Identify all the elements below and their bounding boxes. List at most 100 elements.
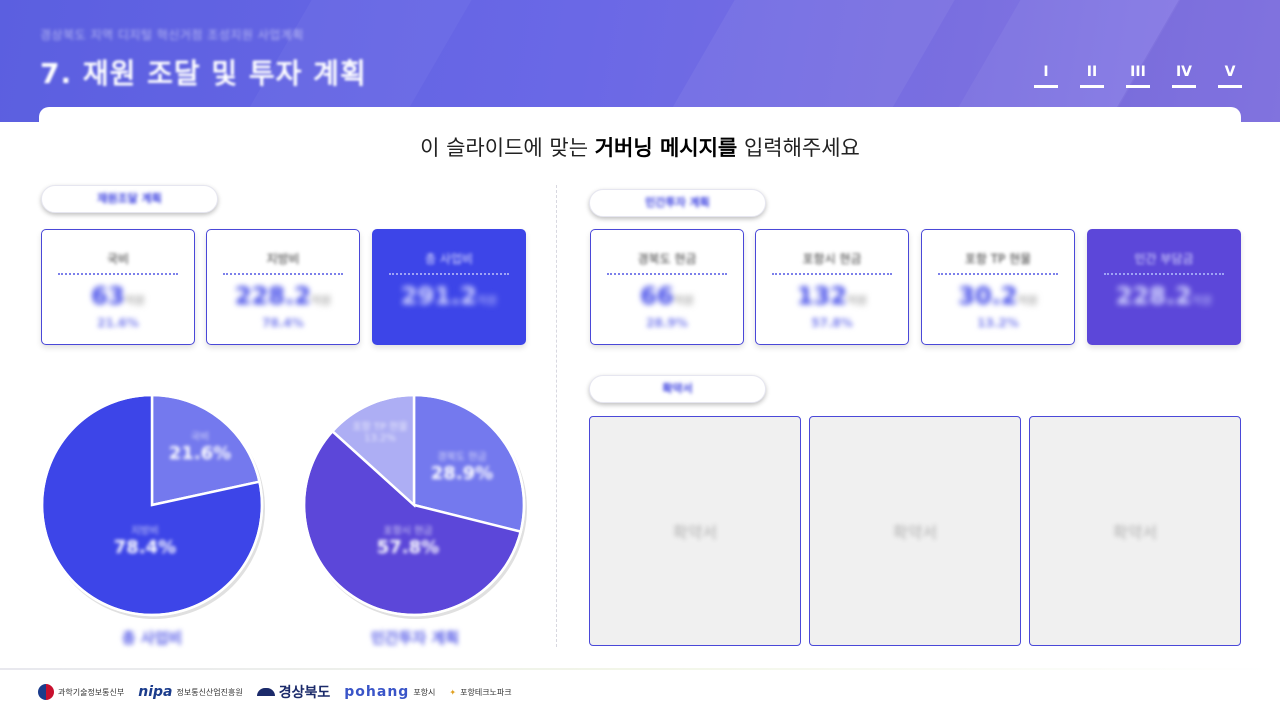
header-banner: 경상북도 지역 디지털 혁신거점 조성지원 사업계획 7. 재원 조달 및 투자… bbox=[0, 0, 1280, 122]
nav-tab-1[interactable]: I bbox=[1034, 64, 1058, 88]
card-total: 총 사업비 291.2억원 bbox=[372, 229, 526, 345]
section-nav: I II III IV V bbox=[1034, 64, 1242, 88]
nipa-logo-text: 정보통신산업진흥원 bbox=[176, 687, 243, 697]
pie-left-label-local: 지방비 78.4% bbox=[105, 522, 185, 558]
card-unit: 억원 bbox=[1191, 294, 1213, 307]
card-unit: 억원 bbox=[124, 294, 145, 307]
card-value: 63억원 bbox=[42, 282, 194, 310]
card-value: 132억원 bbox=[756, 282, 908, 310]
nipa-logo-mark: nipa bbox=[138, 684, 173, 700]
card-value-num: 66 bbox=[640, 282, 674, 310]
msit-logo-text: 과학기술정보통신부 bbox=[58, 687, 125, 697]
pie-label-name: 국비 bbox=[190, 432, 210, 443]
card-unit: 억원 bbox=[1017, 294, 1038, 307]
card-percent: 13.2% bbox=[977, 316, 1019, 330]
footer-divider bbox=[0, 668, 1280, 670]
card-separator bbox=[938, 273, 1058, 275]
commitment-letter-2[interactable]: 확약서 bbox=[809, 416, 1021, 646]
message-text-before: 이 슬라이드에 맞는 bbox=[420, 136, 595, 160]
footer-logos: 과학기술정보통신부 nipa 정보통신산업진흥원 경상북도 pohang 포항시… bbox=[38, 682, 512, 702]
card-percent: 21.6% bbox=[97, 316, 139, 330]
pie-label-name: 경북도 현금 bbox=[437, 452, 487, 463]
card-percent: 57.8% bbox=[811, 316, 853, 330]
commitment-letter-text: 확약서 bbox=[1112, 523, 1158, 542]
card-value: 228.2억원 bbox=[1088, 282, 1240, 310]
commitment-letter-text: 확약서 bbox=[892, 523, 938, 542]
nav-tab-3[interactable]: III bbox=[1126, 64, 1150, 88]
card-label: 국비 bbox=[106, 252, 130, 266]
tp-mark-icon: ✦ bbox=[449, 687, 457, 697]
card-label: 포항 TP 현물 bbox=[964, 252, 1032, 266]
pie-label-pct: 21.6% bbox=[168, 443, 232, 464]
card-value-num: 132 bbox=[796, 282, 847, 310]
card-value-num: 291.2 bbox=[400, 282, 477, 310]
pohang-logo-text: 포항시 bbox=[413, 687, 436, 697]
card-unit: 억원 bbox=[846, 294, 868, 307]
card-separator bbox=[607, 273, 727, 275]
card-value-num: 228.2 bbox=[234, 282, 311, 310]
msit-logo: 과학기술정보통신부 bbox=[38, 684, 124, 700]
nav-tab-4[interactable]: IV bbox=[1172, 64, 1196, 88]
commitment-letter-text: 확약서 bbox=[672, 523, 718, 542]
card-national: 국비 63억원 21.6% bbox=[41, 229, 195, 345]
card-ph-cash: 포항시 현금 132억원 57.8% bbox=[755, 229, 909, 345]
card-separator bbox=[389, 273, 509, 275]
pie-charts bbox=[40, 393, 527, 619]
card-value: 66억원 bbox=[591, 282, 743, 310]
taeguk-icon bbox=[38, 684, 54, 700]
message-text-after: 입력해주세요 bbox=[737, 136, 860, 160]
pie-label-pct: 28.9% bbox=[430, 463, 494, 484]
governing-message[interactable]: 이 슬라이드에 맞는 거버닝 메시지를 입력해주세요 bbox=[0, 132, 1280, 162]
card-label: 민간 부담금 bbox=[1134, 252, 1194, 266]
card-value-num: 63 bbox=[91, 282, 125, 310]
pie-label-name: 포항시 현금 bbox=[383, 526, 433, 537]
card-separator bbox=[223, 273, 343, 275]
pohang-logo: pohang 포항시 bbox=[344, 684, 435, 700]
pie-right-label-ph: 포항시 현금 57.8% bbox=[366, 522, 450, 558]
card-separator bbox=[1104, 273, 1224, 275]
pohang-tp-logo: ✦ 포항테크노파크 bbox=[449, 687, 511, 698]
section-label-funding: 재원조달 계획 bbox=[41, 185, 218, 213]
card-value: 228.2억원 bbox=[207, 282, 359, 310]
pohang-tp-logo-text: 포항테크노파크 bbox=[460, 687, 512, 697]
card-percent: 78.4% bbox=[262, 316, 304, 330]
card-value-num: 30.2 bbox=[958, 282, 1018, 310]
section-label-commitment-text: 확약서 bbox=[662, 382, 693, 395]
card-private-total: 민간 부담금 228.2억원 bbox=[1087, 229, 1241, 345]
pie-right-label-gb: 경북도 현금 28.9% bbox=[420, 448, 504, 484]
card-label: 총 사업비 bbox=[425, 252, 473, 266]
header-subtitle: 경상북도 지역 디지털 혁신거점 조성지원 사업계획 bbox=[40, 28, 304, 42]
card-unit: 억원 bbox=[310, 294, 332, 307]
card-separator bbox=[58, 273, 178, 275]
gyeongbuk-logo-text: 경상북도 bbox=[278, 685, 331, 701]
card-value: 30.2억원 bbox=[922, 282, 1074, 310]
section-label-commitment: 확약서 bbox=[589, 375, 766, 403]
pie-left-title: 총 사업비 bbox=[121, 629, 183, 647]
message-text-bold: 거버닝 메시지를 bbox=[594, 136, 738, 160]
card-value-num: 228.2 bbox=[1115, 282, 1192, 310]
nipa-logo: nipa 정보통신산업진흥원 bbox=[138, 684, 242, 700]
pie-label-pct: 13.2% bbox=[364, 433, 396, 444]
pie-label-pct: 57.8% bbox=[376, 537, 440, 558]
card-separator bbox=[772, 273, 892, 275]
pie-label-pct: 78.4% bbox=[113, 537, 177, 558]
pie-label-name: 포항 TP 현물 bbox=[352, 422, 408, 433]
column-divider bbox=[556, 185, 557, 647]
page-title: 7. 재원 조달 및 투자 계획 bbox=[40, 57, 367, 90]
pie-right-title: 민간투자 계획 bbox=[370, 629, 460, 647]
pie-right-label-tp: 포항 TP 현물 13.2% bbox=[340, 418, 420, 444]
commitment-letter-3[interactable]: 확약서 bbox=[1029, 416, 1241, 646]
card-gb-cash: 경북도 현금 66억원 28.9% bbox=[590, 229, 744, 345]
gyeongbuk-logo: 경상북도 bbox=[256, 682, 331, 702]
commitment-letter-1[interactable]: 확약서 bbox=[589, 416, 801, 646]
section-label-funding-text: 재원조달 계획 bbox=[97, 192, 162, 205]
card-label: 경북도 현금 bbox=[637, 252, 697, 266]
nav-tab-2[interactable]: II bbox=[1080, 64, 1104, 88]
pohang-logo-mark: pohang bbox=[344, 684, 410, 700]
card-tp-inkind: 포항 TP 현물 30.2억원 13.2% bbox=[921, 229, 1075, 345]
pie-left-label-national: 국비 21.6% bbox=[160, 428, 240, 464]
section-label-private-text: 민간투자 계획 bbox=[645, 196, 710, 209]
card-percent: 28.9% bbox=[646, 316, 688, 330]
nav-tab-5[interactable]: V bbox=[1218, 64, 1242, 88]
card-value: 291.2억원 bbox=[373, 282, 525, 310]
